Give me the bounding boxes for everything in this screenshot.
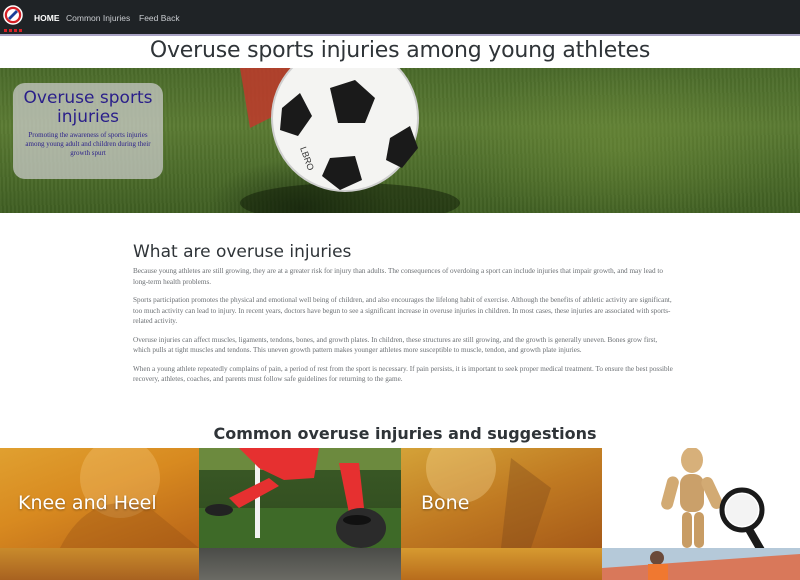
- nav-common-injuries-link[interactable]: Common Injuries: [66, 13, 130, 23]
- paragraph: Because young athletes are still growing…: [133, 267, 663, 286]
- paragraph: Overuse injuries can affect muscles, lig…: [133, 335, 658, 355]
- injury-tile-bone[interactable]: Bone: [401, 448, 602, 548]
- injury-tile-mannequin[interactable]: [602, 448, 800, 548]
- overuse-injuries-section: What are overuse injuries Because young …: [133, 242, 673, 393]
- top-navbar: HOME Common Injuries Feed Back: [0, 0, 800, 36]
- wooden-mannequin-image: [661, 448, 765, 548]
- injury-tile-knee-heel[interactable]: Knee and Heel: [0, 448, 199, 548]
- injury-tile-row2-3[interactable]: [401, 548, 602, 580]
- paragraph: When a young athlete repeatedly complain…: [133, 364, 673, 384]
- injury-tile-row2-1[interactable]: [0, 548, 199, 580]
- paragraph: Sports participation promotes the physic…: [133, 296, 672, 325]
- page-title: Overuse sports injuries among young athl…: [149, 38, 651, 63]
- hero-banner: LBRO Overuse sports injuries Promoting t…: [0, 68, 800, 213]
- injuries-section-title: Common overuse injuries and suggestions: [213, 424, 597, 443]
- nav-home-link[interactable]: HOME: [34, 13, 60, 23]
- hero-card-text: Promoting the awareness of sports injuri…: [25, 131, 151, 157]
- injury-tile-row2-2[interactable]: [199, 548, 401, 580]
- injury-tile-soccer[interactable]: [199, 448, 401, 548]
- nav-feedback-link[interactable]: Feed Back: [139, 13, 180, 23]
- section-title: What are overuse injuries: [133, 242, 352, 262]
- hero-card: Overuse sports injuries Promoting the aw…: [13, 83, 163, 179]
- injury-tile-row2-4[interactable]: [602, 548, 800, 580]
- runner-track-image: [602, 548, 800, 580]
- tile-label: Knee and Heel: [18, 492, 157, 514]
- tile-label: Bone: [421, 492, 470, 514]
- soccer-player-image: [199, 448, 401, 548]
- site-logo[interactable]: [2, 3, 24, 33]
- hero-card-title: Overuse sports injuries: [23, 88, 153, 127]
